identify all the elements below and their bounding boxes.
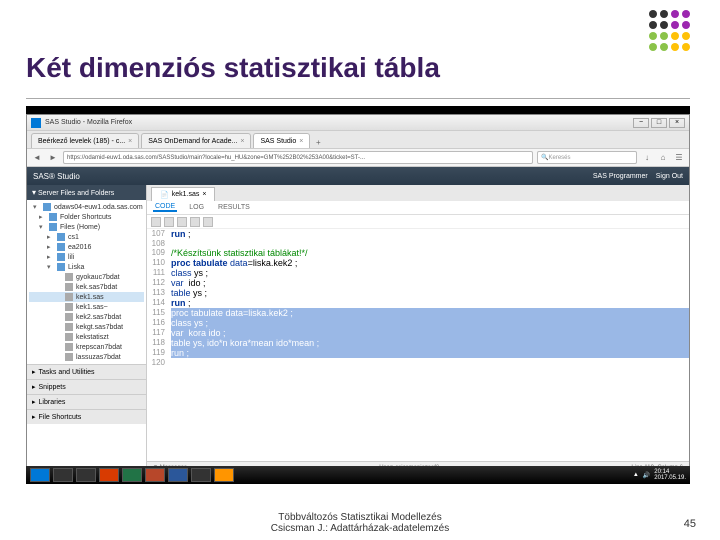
sub-tab-code[interactable]: CODE xyxy=(153,203,177,212)
tab-sas-studio[interactable]: SAS Studio× xyxy=(253,133,310,148)
sub-tab-log[interactable]: LOG xyxy=(187,204,206,211)
tab-inbox[interactable]: Beérkező levelek (185) - c...× xyxy=(31,133,139,148)
editor-tab[interactable]: 📄 kek1.sas × xyxy=(151,187,215,201)
address-bar[interactable]: https://odamid-euw1.oda.sas.com/SASStudi… xyxy=(63,151,533,164)
home-icon[interactable]: ⌂ xyxy=(657,152,669,164)
sas-logo: SAS® Studio xyxy=(33,172,80,181)
tray-icon[interactable]: ▲ xyxy=(633,472,639,478)
tab-ondemand[interactable]: SAS OnDemand for Acade...× xyxy=(141,133,251,148)
tray-icon[interactable]: 🔊 xyxy=(643,472,650,479)
close-icon[interactable]: × xyxy=(240,138,244,145)
sidebar-section[interactable]: ▸Tasks and Utilities xyxy=(27,364,146,379)
sign-out-link[interactable]: Sign Out xyxy=(656,173,683,180)
page-number: 45 xyxy=(684,518,696,530)
sas-programmer-link[interactable]: SAS Programmer xyxy=(593,173,648,180)
maximize-button[interactable]: □ xyxy=(651,118,667,128)
tree-item[interactable]: kek1.sas xyxy=(29,292,144,302)
tree-item[interactable]: kek1.sas~ xyxy=(29,302,144,312)
tree-item[interactable]: kekstatiszt xyxy=(29,332,144,342)
taskbar-app[interactable] xyxy=(76,468,96,482)
taskbar-app[interactable] xyxy=(99,468,119,482)
sidebar-section[interactable]: ▸File Shortcuts xyxy=(27,409,146,424)
tree-item[interactable]: kek2.sas7bdat xyxy=(29,312,144,322)
divider xyxy=(26,98,690,99)
code-editor[interactable]: 107run ;108109/*Készítsünk statisztikai … xyxy=(147,229,689,461)
tree-item[interactable]: gyokauc7bdat xyxy=(29,272,144,282)
start-button[interactable] xyxy=(30,468,50,482)
tree-item[interactable]: kekgt.sas7bdat xyxy=(29,322,144,332)
firefox-icon xyxy=(31,118,41,128)
window-title: SAS Studio - Mozilla Firefox xyxy=(45,119,132,126)
taskbar-app[interactable] xyxy=(122,468,142,482)
slide-title: Két dimenziós statisztikai tábla xyxy=(26,52,440,84)
sidebar-section[interactable]: ▸Snippets xyxy=(27,379,146,394)
tree-item[interactable]: krepscan7bdat xyxy=(29,342,144,352)
close-icon[interactable]: × xyxy=(299,138,303,145)
sidebar-section[interactable]: ▸Libraries xyxy=(27,394,146,409)
browser-window: SAS Studio - Mozilla Firefox − □ × Beérk… xyxy=(26,114,690,474)
taskbar-app[interactable] xyxy=(53,468,73,482)
sidebar-header-files[interactable]: ▾ Server Files and Folders xyxy=(27,185,146,200)
slide-logo xyxy=(649,10,690,51)
tree-item[interactable]: lassuzas7bdat xyxy=(29,352,144,362)
decoration xyxy=(26,106,690,114)
sidebar: ▾ Server Files and Folders ▾odaws04-euw1… xyxy=(27,185,147,473)
tree-item[interactable]: ▾odaws04-euw1.oda.sas.com xyxy=(29,202,144,212)
browser-tabs: Beérkező levelek (185) - c...× SAS OnDem… xyxy=(27,131,689,149)
tool-icon[interactable] xyxy=(190,217,200,227)
minimize-button[interactable]: − xyxy=(633,118,649,128)
tree-item[interactable]: ▾Liska xyxy=(29,262,144,272)
save-icon[interactable] xyxy=(164,217,174,227)
tree-item[interactable]: kek.sas7bdat xyxy=(29,282,144,292)
search-input[interactable]: 🔍 Keresés xyxy=(537,151,637,164)
close-button[interactable]: × xyxy=(669,118,685,128)
tool-icon[interactable] xyxy=(203,217,213,227)
tree-item[interactable]: ▾Files (Home) xyxy=(29,222,144,232)
sub-tab-results[interactable]: RESULTS xyxy=(216,204,252,211)
download-icon[interactable]: ↓ xyxy=(641,152,653,164)
taskbar-app[interactable] xyxy=(214,468,234,482)
close-icon[interactable]: × xyxy=(128,138,132,145)
tree-item[interactable]: ▸ea2016 xyxy=(29,242,144,252)
tool-icon[interactable] xyxy=(177,217,187,227)
menu-icon[interactable]: ☰ xyxy=(673,152,685,164)
slide-footer: Többváltozós Statisztikai Modellezés Csi… xyxy=(0,512,720,534)
taskbar-app[interactable] xyxy=(168,468,188,482)
back-button[interactable]: ◄ xyxy=(31,152,43,164)
forward-button[interactable]: ► xyxy=(47,152,59,164)
clock[interactable]: 20:142017.05.19. xyxy=(654,469,686,481)
editor-toolbar xyxy=(147,215,689,229)
new-tab-button[interactable]: + xyxy=(312,136,324,148)
tree-item[interactable]: ▸cs1 xyxy=(29,232,144,242)
run-icon[interactable] xyxy=(151,217,161,227)
tree-item[interactable]: ▸lili xyxy=(29,252,144,262)
taskbar-app[interactable] xyxy=(145,468,165,482)
decoration: ▲ 🔊 20:142017.05.19. xyxy=(26,474,690,484)
taskbar-app[interactable] xyxy=(191,468,211,482)
tree-item[interactable]: ▸Folder Shortcuts xyxy=(29,212,144,222)
